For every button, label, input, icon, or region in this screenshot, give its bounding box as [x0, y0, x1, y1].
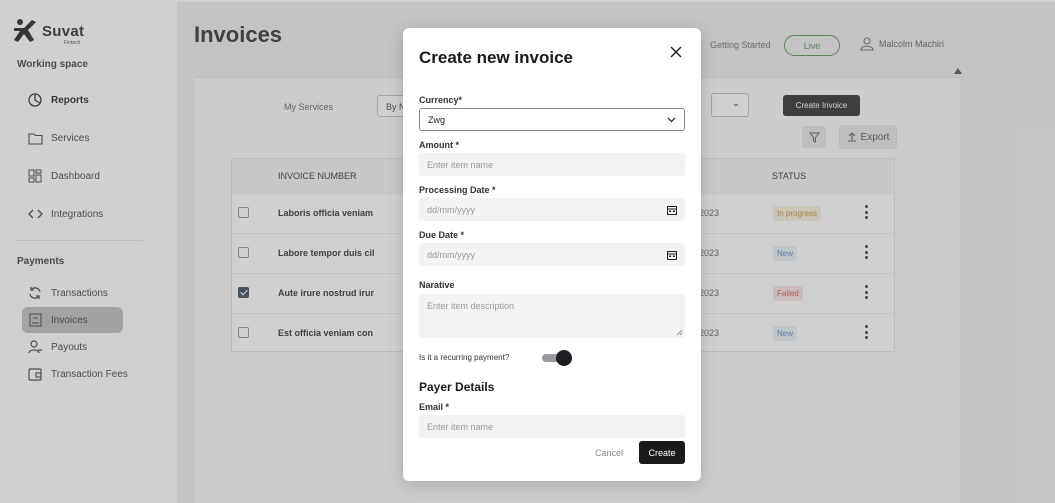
amount-label: Amount * [419, 140, 459, 150]
create-button[interactable]: Create [639, 441, 685, 464]
modal-title: Create new invoice [419, 48, 574, 67]
currency-label: Currency* [419, 95, 463, 105]
due-date-input[interactable]: dd/mm/yyyy [419, 243, 685, 266]
processing-date-label: Processing Date * [419, 185, 496, 195]
cancel-button[interactable]: Cancel [589, 441, 629, 464]
recurring-label: Is it a recurring payment? [419, 353, 510, 362]
close-icon [670, 46, 682, 58]
calendar-icon[interactable] [667, 205, 677, 215]
currency-select[interactable]: Zwg [419, 108, 685, 131]
processing-date-input[interactable]: dd/mm/yyyy [419, 198, 685, 221]
calendar-icon[interactable] [667, 250, 677, 260]
due-date-placeholder: dd/mm/yyyy [427, 249, 476, 260]
payer-details-title: Payer Details [419, 380, 495, 394]
processing-date-placeholder: dd/mm/yyyy [427, 204, 476, 215]
email-label: Email * [419, 402, 450, 412]
close-button[interactable] [669, 45, 683, 59]
narrative-textarea[interactable]: Enter item description [419, 294, 685, 338]
due-date-label: Due Date * [419, 230, 465, 240]
currency-value: Zwg [428, 114, 446, 125]
narrative-label: Narative [419, 280, 455, 290]
recurring-toggle[interactable] [542, 350, 572, 366]
chevron-down-icon [666, 115, 676, 125]
resize-grip-icon[interactable] [676, 329, 683, 336]
toggle-knob [556, 350, 572, 366]
narrative-placeholder: Enter item description [427, 301, 515, 311]
email-input[interactable]: Enter item name [419, 415, 685, 438]
create-invoice-modal: Create new invoice Currency* Zwg Amount … [403, 28, 701, 481]
amount-input[interactable]: Enter item name [419, 153, 685, 176]
